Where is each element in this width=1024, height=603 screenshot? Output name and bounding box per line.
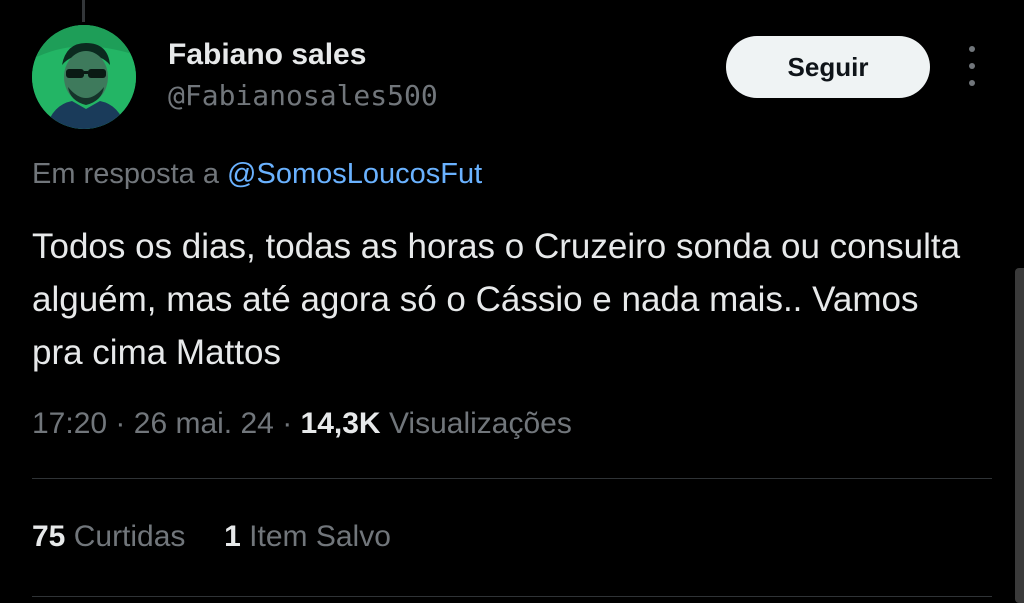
meta-separator: · xyxy=(115,407,126,440)
more-vertical-icon[interactable] xyxy=(958,46,986,86)
meta-separator: · xyxy=(282,407,293,440)
saves-stat[interactable]: 1 Item Salvo xyxy=(224,520,391,553)
reply-context: Em resposta a @SomosLoucosFut xyxy=(32,158,482,191)
views-label: Visualizações xyxy=(388,407,572,440)
reply-prefix: Em resposta a xyxy=(32,158,219,190)
author-display-name[interactable]: Fabiano sales xyxy=(168,38,366,72)
avatar[interactable] xyxy=(32,25,136,129)
tweet-stats: 75 Curtidas 1 Item Salvo xyxy=(32,520,391,554)
more-dot xyxy=(969,63,975,69)
views-count: 14,3K xyxy=(300,407,381,440)
thread-connector-line xyxy=(82,0,85,22)
divider xyxy=(32,478,992,479)
tweet-text: Todos os dias, todas as horas o Cruzeiro… xyxy=(32,227,961,372)
more-dot xyxy=(969,80,975,86)
scrollbar[interactable] xyxy=(1015,268,1024,603)
divider xyxy=(32,596,992,597)
tweet-meta: 17:20 · 26 mai. 24 · 14,3K Visualizações xyxy=(32,407,572,441)
likes-stat[interactable]: 75 Curtidas xyxy=(32,520,194,553)
saves-label: Item Salvo xyxy=(249,520,391,553)
avatar-image xyxy=(32,25,136,129)
saves-count: 1 xyxy=(224,520,241,553)
reply-mention-link[interactable]: @SomosLoucosFut xyxy=(227,158,482,190)
tweet-time[interactable]: 17:20 xyxy=(32,407,107,440)
author-handle[interactable]: @Fabianosales500 xyxy=(168,79,438,112)
more-dot xyxy=(969,46,975,52)
likes-count: 75 xyxy=(32,520,66,553)
follow-button[interactable]: Seguir xyxy=(726,36,930,98)
tweet-date[interactable]: 26 mai. 24 xyxy=(134,407,274,440)
likes-label: Curtidas xyxy=(73,520,186,553)
